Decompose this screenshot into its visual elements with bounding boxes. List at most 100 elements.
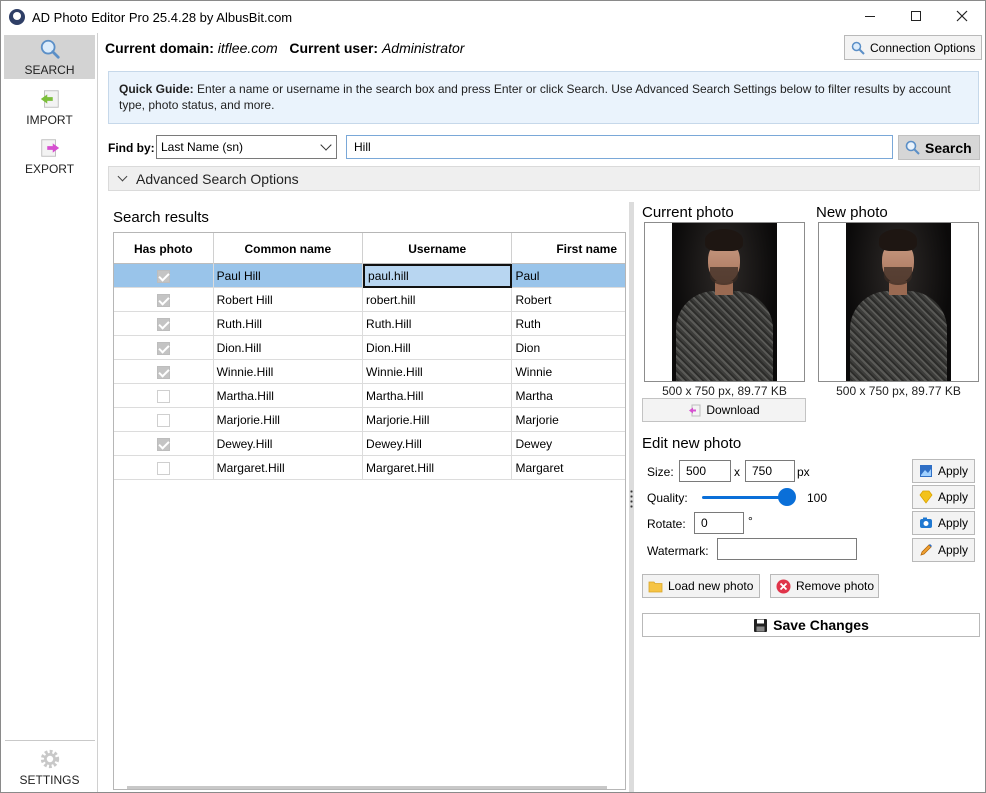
cell-first-name[interactable]: Robert	[512, 288, 625, 312]
nav-export[interactable]: EXPORT	[4, 134, 95, 178]
has-photo-checkbox	[156, 341, 170, 355]
table-row[interactable]: Marjorie.Hill Marjorie.Hill Marjorie	[114, 408, 625, 432]
apply-watermark-button[interactable]: Apply	[912, 538, 975, 562]
has-photo-checkbox	[156, 293, 170, 307]
apply-size-button[interactable]: Apply	[912, 459, 975, 483]
cell-first-name[interactable]: Ruth	[512, 312, 625, 336]
search-button[interactable]: Search	[898, 135, 980, 160]
minimize-button[interactable]	[847, 1, 893, 31]
cell-has-photo	[114, 432, 214, 456]
column-header-common-name[interactable]: Common name	[214, 233, 364, 264]
table-row[interactable]: Margaret.Hill Margaret.Hill Margaret	[114, 456, 625, 480]
column-header-username[interactable]: Username	[363, 233, 513, 264]
cell-common-name[interactable]: Marjorie.Hill	[214, 408, 364, 432]
cell-username[interactable]: Ruth.Hill	[363, 312, 513, 336]
cell-common-name[interactable]: Robert Hill	[214, 288, 364, 312]
cell-first-name[interactable]: Dion	[512, 336, 625, 360]
table-row[interactable]: Robert Hill robert.hill Robert	[114, 288, 625, 312]
cell-username[interactable]: Martha.Hill	[363, 384, 513, 408]
cell-username[interactable]: paul.hill	[363, 264, 513, 288]
camera-rotate-icon	[920, 517, 932, 528]
save-changes-button[interactable]: Save Changes	[642, 613, 980, 637]
table-row[interactable]: Winnie.Hill Winnie.Hill Winnie	[114, 360, 625, 384]
advanced-search-toggle[interactable]: Advanced Search Options	[108, 166, 980, 191]
search-input[interactable]	[346, 135, 893, 159]
cell-username[interactable]: robert.hill	[363, 288, 513, 312]
width-value: 500	[686, 464, 707, 478]
cell-common-name[interactable]: Winnie.Hill	[214, 360, 364, 384]
close-icon	[956, 10, 968, 22]
column-header-first-name[interactable]: First name	[512, 233, 625, 264]
px-unit: px	[797, 465, 810, 479]
table-row[interactable]: Dion.Hill Dion.Hill Dion	[114, 336, 625, 360]
apply-quality-label: Apply	[938, 490, 969, 504]
download-button[interactable]: Download	[642, 398, 806, 422]
apply-quality-button[interactable]: Apply	[912, 485, 975, 509]
connection-icon	[851, 41, 865, 55]
table-row[interactable]: Dewey.Hill Dewey.Hill Dewey	[114, 432, 625, 456]
nav-divider	[5, 740, 95, 741]
left-nav: SEARCH IMPORT EXPORT SETTINGS	[1, 33, 98, 792]
cell-common-name[interactable]: Dewey.Hill	[214, 432, 364, 456]
cell-username[interactable]: Dion.Hill	[363, 336, 513, 360]
apply-rotate-button[interactable]: Apply	[912, 511, 975, 535]
has-photo-checkbox	[156, 389, 170, 403]
new-photo-label: New photo	[816, 204, 888, 221]
connection-options-label: Connection Options	[870, 40, 976, 55]
cell-first-name[interactable]: Winnie	[512, 360, 625, 384]
cell-common-name[interactable]: Paul Hill	[214, 264, 364, 288]
new-photo-image	[846, 223, 951, 381]
cell-first-name[interactable]: Margaret	[512, 456, 625, 480]
download-label: Download	[706, 403, 760, 417]
cell-common-name[interactable]: Ruth.Hill	[214, 312, 364, 336]
apply-watermark-label: Apply	[938, 543, 969, 557]
horizontal-scrollbar[interactable]	[127, 786, 607, 789]
new-photo	[818, 222, 979, 382]
nav-export-label: EXPORT	[24, 162, 75, 176]
cell-first-name[interactable]: Martha	[512, 384, 625, 408]
current-photo-image	[672, 223, 777, 381]
edit-photo-title: Edit new photo	[642, 435, 742, 452]
table-row[interactable]: Martha.Hill Martha.Hill Martha	[114, 384, 625, 408]
grid-body: Paul Hill paul.hill Paul Robert Hill robert.…	[114, 264, 625, 480]
cell-first-name[interactable]: Paul	[512, 264, 625, 288]
watermark-input[interactable]	[717, 538, 857, 560]
nav-settings-label: SETTINGS	[19, 773, 80, 787]
app-window: AD Photo Editor Pro 25.4.28 by AlbusBit.…	[0, 0, 986, 793]
cell-common-name[interactable]: Dion.Hill	[214, 336, 364, 360]
rotate-label: Rotate:	[647, 517, 686, 531]
quality-slider-thumb[interactable]	[778, 488, 796, 506]
close-button[interactable]	[939, 1, 985, 31]
cell-common-name[interactable]: Margaret.Hill	[214, 456, 364, 480]
nav-import[interactable]: IMPORT	[4, 85, 95, 129]
pen-icon	[920, 544, 932, 556]
connection-options-button[interactable]: Connection Options	[844, 35, 982, 60]
splitter-grip-icon	[630, 489, 633, 509]
nav-search[interactable]: SEARCH	[4, 35, 95, 79]
import-icon	[40, 90, 59, 108]
rotate-input[interactable]: 0	[694, 512, 744, 534]
nav-settings[interactable]: SETTINGS	[4, 745, 95, 789]
column-header-has-photo[interactable]: Has photo	[114, 233, 214, 264]
remove-photo-button[interactable]: Remove photo	[770, 574, 879, 598]
cell-username[interactable]: Margaret.Hill	[363, 456, 513, 480]
height-input[interactable]: 750	[745, 460, 795, 482]
resize-image-icon	[920, 465, 932, 477]
cell-has-photo	[114, 456, 214, 480]
cell-username[interactable]: Winnie.Hill	[363, 360, 513, 384]
width-input[interactable]: 500	[679, 460, 731, 482]
cell-username[interactable]: Marjorie.Hill	[363, 408, 513, 432]
findby-select[interactable]: Last Name (sn)	[156, 135, 337, 159]
remove-icon	[776, 579, 791, 593]
cell-common-name[interactable]: Martha.Hill	[214, 384, 364, 408]
cell-first-name[interactable]: Marjorie	[512, 408, 625, 432]
current-photo-label: Current photo	[642, 204, 734, 221]
load-photo-button[interactable]: Load new photo	[642, 574, 760, 598]
cell-username[interactable]: Dewey.Hill	[363, 432, 513, 456]
maximize-button[interactable]	[893, 1, 939, 31]
folder-icon	[648, 581, 663, 593]
quality-slider-track[interactable]	[702, 496, 790, 499]
cell-first-name[interactable]: Dewey	[512, 432, 625, 456]
table-row[interactable]: Ruth.Hill Ruth.Hill Ruth	[114, 312, 625, 336]
table-row[interactable]: Paul Hill paul.hill Paul	[114, 264, 625, 288]
